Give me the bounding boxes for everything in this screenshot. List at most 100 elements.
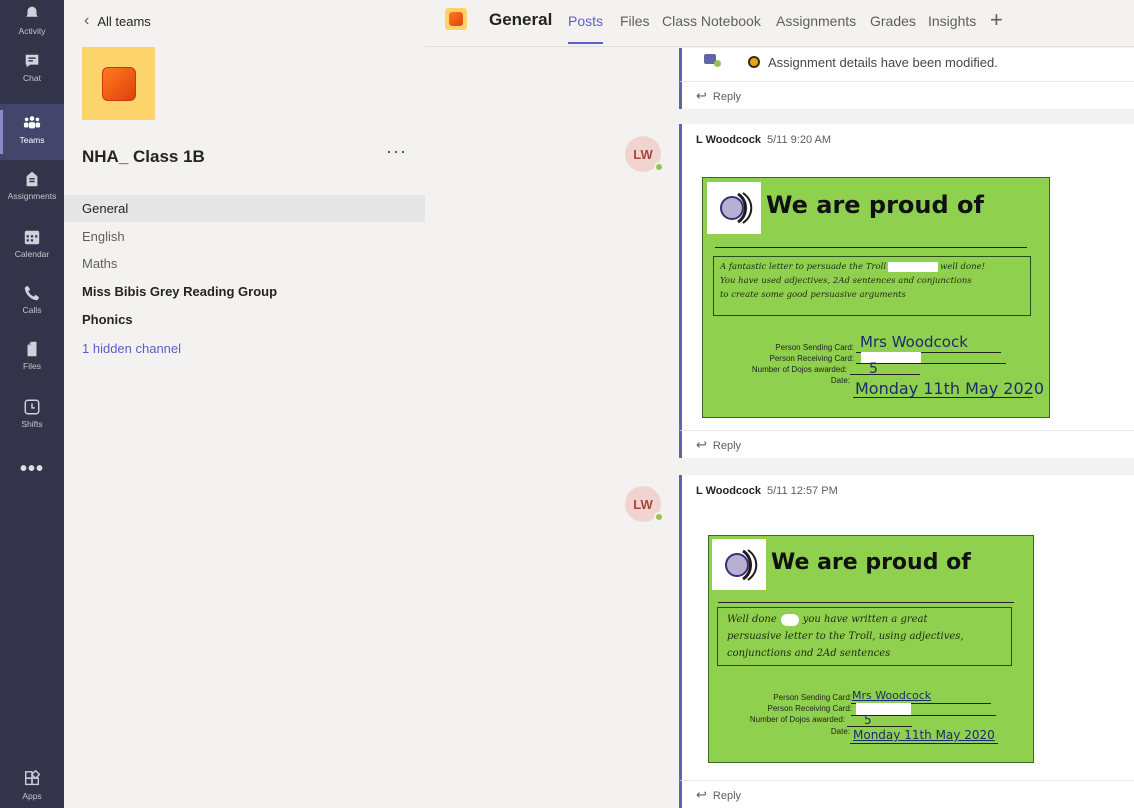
- card-dojos: 5: [864, 713, 872, 727]
- all-teams-label: All teams: [97, 13, 151, 29]
- tab-insights[interactable]: Insights: [928, 13, 976, 29]
- team-name: NHA_ Class 1B: [82, 147, 205, 166]
- rail-teams[interactable]: Teams: [0, 104, 64, 160]
- rail-files[interactable]: Files: [0, 332, 64, 388]
- team-more-options-button[interactable]: ···: [386, 141, 407, 162]
- reply-button[interactable]: ↩ Reply: [679, 81, 1134, 109]
- message-author: L Woodcock 5/11 12:57 PM: [696, 485, 838, 497]
- card-message: A fantastic letter to persuade the Troll…: [713, 256, 1031, 316]
- reply-button[interactable]: ↩ Reply: [679, 430, 1134, 458]
- hand-icon: [748, 56, 760, 68]
- all-teams-link[interactable]: ‹ All teams: [84, 12, 151, 30]
- online-dot-icon: [714, 60, 721, 67]
- channel-title: General: [489, 10, 553, 29]
- message-card: L Woodcock 5/11 9:20 AM We are proud of A…: [679, 124, 1134, 430]
- label-sender: Person Sending Card:: [775, 343, 854, 352]
- system-message: Assignment details have been modified.: [679, 48, 1134, 81]
- card-date: Monday 11th May 2020: [853, 728, 995, 742]
- phone-icon: [24, 285, 40, 301]
- add-tab-button[interactable]: +: [990, 7, 1003, 33]
- channel-maths[interactable]: Maths: [64, 250, 425, 277]
- reply-label: Reply: [712, 91, 742, 103]
- team-avatar: [82, 47, 155, 120]
- presence-available-icon: [654, 162, 664, 172]
- file-icon: [27, 341, 37, 357]
- posts-feed: Assignment details have been modified. ↩…: [425, 48, 1134, 808]
- receiver-underline: [851, 715, 996, 716]
- apps-icon: [25, 770, 41, 786]
- timestamp: 5/11 9:20 AM: [767, 134, 832, 146]
- author-name: L Woodcock: [696, 134, 761, 146]
- school-logo-icon: [707, 182, 761, 234]
- rail-assignments[interactable]: Assignments: [0, 162, 64, 218]
- certificate-image[interactable]: We are proud of Well done you have writte…: [708, 535, 1034, 763]
- label-date: Date:: [830, 727, 850, 736]
- teams-icon: [23, 116, 41, 129]
- chevron-left-icon: ‹: [84, 12, 90, 29]
- team-panel: ‹ All teams NHA_ Class 1B ··· General En…: [64, 0, 425, 808]
- date-underline: [850, 743, 998, 744]
- certificate-image[interactable]: We are proud of A fantastic letter to pe…: [702, 177, 1050, 418]
- card-sender: Mrs Woodcock: [852, 689, 932, 702]
- rail-apps[interactable]: Apps: [0, 770, 64, 808]
- rail-calendar[interactable]: Calendar: [0, 218, 64, 274]
- channel-reading-group[interactable]: Miss Bibis Grey Reading Group: [64, 278, 425, 305]
- reply-arrow-icon: ↩: [696, 88, 707, 103]
- more-apps-button[interactable]: •••: [0, 458, 64, 481]
- app-rail: Activity Chat Teams Assignments Calendar…: [0, 0, 64, 808]
- label-sender: Person Sending Card:: [773, 693, 852, 702]
- label-receiver: Person Receiving Card:: [767, 704, 852, 713]
- reply-arrow-icon: ↩: [696, 437, 707, 452]
- hidden-channels-link[interactable]: 1 hidden channel: [64, 335, 425, 362]
- message-card: L Woodcock 5/11 12:57 PM We are proud of …: [679, 475, 1134, 780]
- system-message-text: Assignment details have been modified.: [768, 55, 998, 70]
- rail-calls[interactable]: Calls: [0, 276, 64, 332]
- assignments-icon: [26, 171, 38, 187]
- card-message-line: persuasive letter to the Troll, using ad…: [727, 631, 964, 642]
- card-message-line: to create some good persuasive arguments: [720, 290, 906, 300]
- tab-grades[interactable]: Grades: [870, 13, 916, 29]
- card-rule: [718, 602, 1014, 603]
- card-sender: Mrs Woodcock: [860, 333, 968, 351]
- card-message: Well done you have written a great persua…: [717, 607, 1012, 666]
- tab-posts[interactable]: Posts: [568, 13, 604, 44]
- dojos-underline: [850, 374, 920, 375]
- reply-button[interactable]: ↩ Reply: [679, 780, 1134, 808]
- reply-label: Reply: [712, 790, 742, 802]
- team-icon: [445, 8, 467, 30]
- bell-icon: [26, 6, 38, 17]
- message-author: L Woodcock 5/11 9:20 AM: [696, 134, 831, 146]
- card-heading: We are proud of: [771, 550, 971, 575]
- rail-activity[interactable]: Activity: [0, 0, 64, 40]
- tab-assignments[interactable]: Assignments: [776, 13, 856, 29]
- rail-shifts[interactable]: Shifts: [0, 390, 64, 446]
- card-date: Monday 11th May 2020: [855, 379, 1044, 398]
- presence-available-icon: [654, 512, 664, 522]
- card-message-line: Well done: [727, 614, 777, 625]
- timestamp: 5/11 12:57 PM: [767, 485, 838, 497]
- label-receiver: Person Receiving Card:: [769, 354, 854, 363]
- channel-phonics[interactable]: Phonics: [64, 306, 425, 333]
- card-message-line: you have written a great: [802, 614, 928, 625]
- card-rule: [715, 247, 1027, 248]
- date-underline: [853, 397, 1033, 398]
- channel-general[interactable]: General: [64, 195, 425, 222]
- label-dojos: Number of Dojos awarded:: [749, 715, 845, 724]
- card-message-line: You have used adjectives, 2Ad sentences …: [720, 276, 972, 286]
- tab-class-notebook[interactable]: Class Notebook: [662, 13, 761, 29]
- author-name: L Woodcock: [696, 485, 761, 497]
- channel-header: General Posts Files Class Notebook Assig…: [425, 0, 1134, 47]
- channel-english[interactable]: English: [64, 223, 425, 250]
- card-message-line: A fantastic letter to persuade the Troll: [720, 262, 887, 272]
- reply-arrow-icon: ↩: [696, 787, 707, 802]
- tab-files[interactable]: Files: [620, 13, 650, 29]
- receiver-underline: [856, 363, 1006, 364]
- rail-chat[interactable]: Chat: [0, 52, 64, 108]
- redacted-name: [780, 613, 799, 626]
- clock-icon: [24, 399, 40, 415]
- card-heading: We are proud of: [766, 191, 984, 219]
- school-logo-icon: [712, 539, 766, 590]
- reply-label: Reply: [712, 440, 742, 452]
- calendar-icon: [24, 230, 40, 245]
- dojos-underline: [847, 726, 912, 727]
